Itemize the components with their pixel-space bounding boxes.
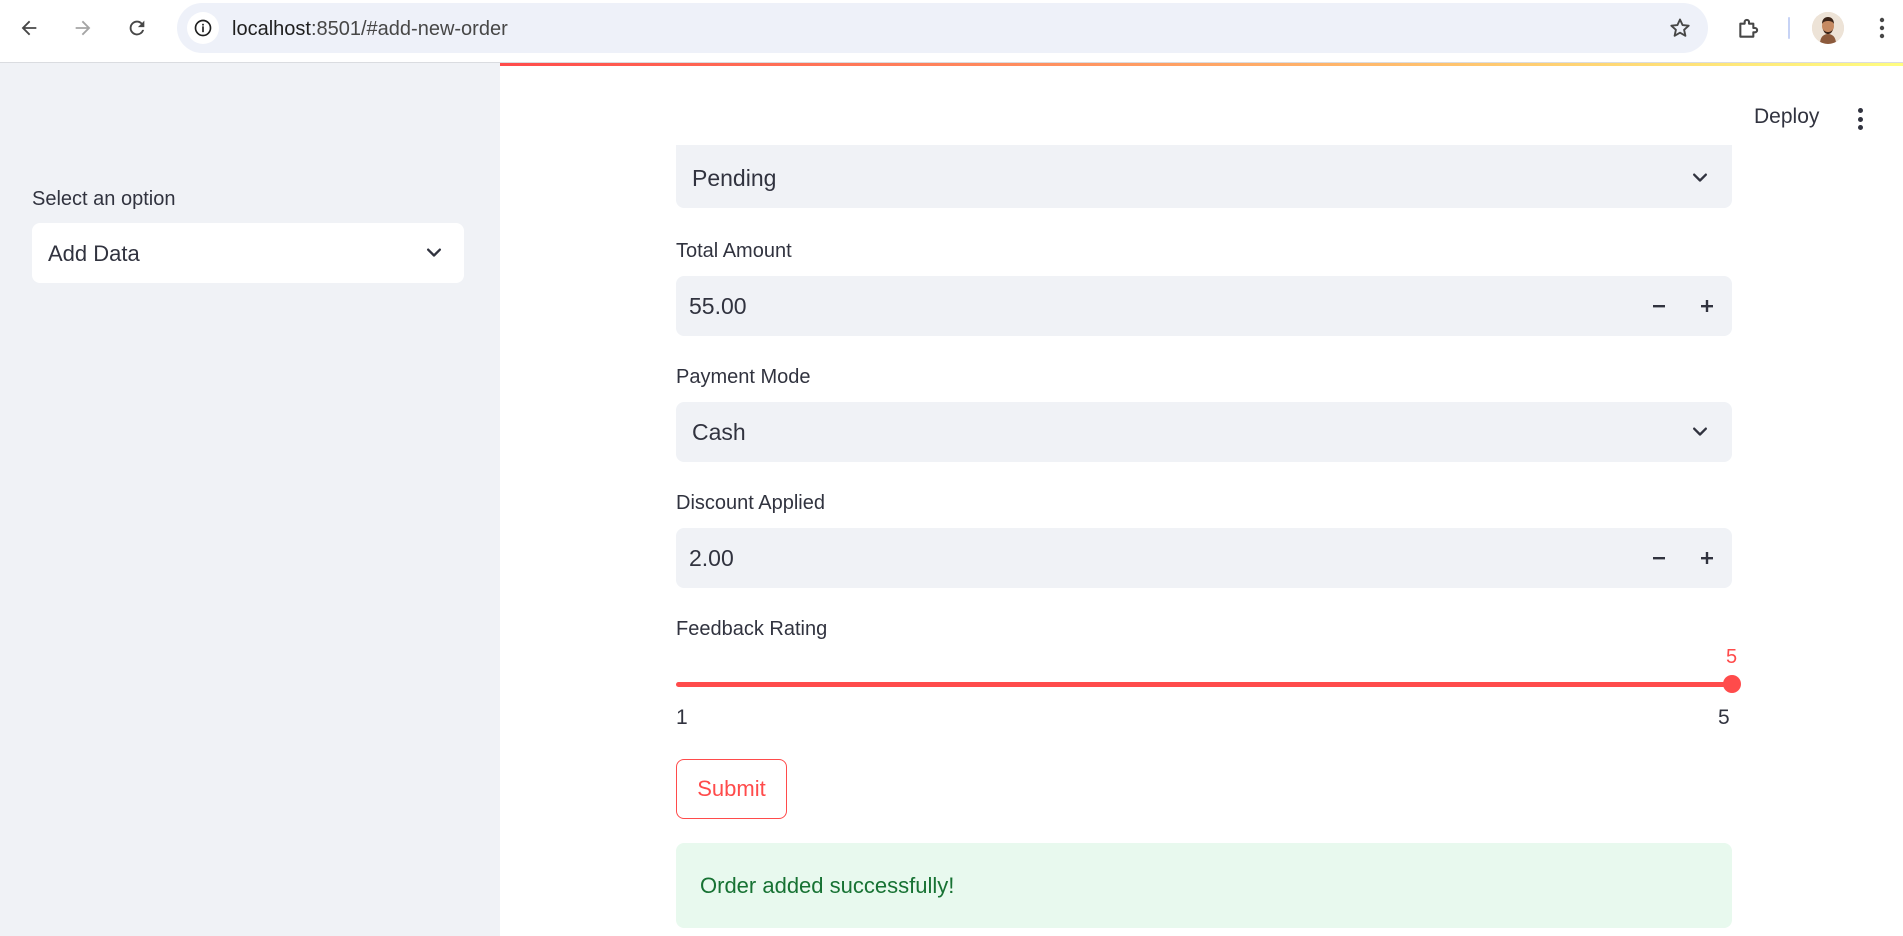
profile-avatar[interactable] — [1812, 12, 1844, 44]
star-icon — [1670, 18, 1690, 37]
total-amount-input[interactable]: 55.00 — [676, 276, 1732, 336]
kebab-dot — [1857, 108, 1863, 113]
submit-button[interactable]: Submit — [676, 759, 787, 819]
minus-icon — [1653, 305, 1665, 308]
url-path: :8501/#add-new-order — [310, 18, 508, 40]
arrow-left-icon — [21, 20, 37, 36]
arrow-right-icon — [75, 20, 91, 36]
url-text: localhost:8501/#add-new-order — [232, 18, 508, 41]
payment-mode-select[interactable]: Cash — [676, 402, 1732, 462]
reload-icon — [129, 20, 145, 36]
reload-button[interactable] — [121, 12, 153, 44]
total-amount-label: Total Amount — [676, 240, 792, 262]
discount-decrement-button[interactable] — [1644, 543, 1674, 573]
avatar-image — [1812, 12, 1844, 44]
feedback-rating-max: 5 — [1718, 706, 1730, 729]
payment-mode-value: Cash — [692, 419, 746, 445]
minus-icon — [1653, 557, 1665, 560]
deploy-button[interactable]: Deploy — [1754, 105, 1819, 129]
status-select-value: Pending — [692, 165, 777, 191]
feedback-rating-value: 5 — [1726, 646, 1738, 668]
plus-icon — [1701, 300, 1713, 312]
kebab-icon — [1879, 17, 1885, 39]
feedback-rating-min: 1 — [676, 706, 688, 729]
feedback-rating-label: Feedback Rating — [676, 618, 828, 640]
forward-button[interactable] — [67, 12, 99, 44]
sidebar: Select an option Add Data — [0, 63, 500, 936]
option-select[interactable]: Add Data — [32, 223, 464, 283]
feedback-rating-slider-thumb[interactable] — [1723, 675, 1741, 693]
select-option-label: Select an option — [32, 188, 176, 210]
chevron-down-icon — [427, 248, 441, 257]
kebab-dot — [1857, 125, 1863, 130]
kebab-dot — [1857, 116, 1863, 122]
back-button[interactable] — [13, 12, 45, 44]
site-info-button[interactable] — [187, 12, 219, 44]
browser-toolbar: localhost:8501/#add-new-order — [0, 0, 1903, 63]
address-bar[interactable]: localhost:8501/#add-new-order — [177, 3, 1708, 53]
header-decoration-bar — [500, 63, 1903, 66]
discount-applied-value: 2.00 — [689, 545, 734, 571]
total-amount-increment-button[interactable] — [1692, 291, 1722, 321]
success-message: Order added successfully! — [700, 873, 955, 898]
extensions-button[interactable] — [1733, 13, 1765, 43]
payment-mode-label: Payment Mode — [676, 366, 811, 388]
bookmark-button[interactable] — [1668, 16, 1692, 40]
discount-applied-label: Discount Applied — [676, 492, 825, 514]
option-select-value: Add Data — [48, 241, 140, 266]
discount-applied-input[interactable]: 2.00 — [676, 528, 1732, 588]
app-menu-button[interactable] — [1850, 105, 1870, 133]
toolbar-divider — [1788, 17, 1790, 39]
browser-menu-button[interactable] — [1870, 12, 1894, 44]
feedback-rating-slider-track[interactable] — [676, 682, 1732, 687]
url-host: localhost — [232, 18, 311, 40]
puzzle-icon — [1739, 18, 1759, 38]
status-select[interactable]: Pending — [676, 145, 1732, 208]
plus-icon — [1701, 552, 1713, 564]
chevron-down-icon — [1693, 427, 1707, 436]
chevron-down-icon — [1693, 173, 1707, 182]
total-amount-decrement-button[interactable] — [1644, 291, 1674, 321]
info-icon — [194, 19, 212, 37]
success-alert: Order added successfully! — [676, 843, 1732, 928]
discount-increment-button[interactable] — [1692, 543, 1722, 573]
total-amount-value: 55.00 — [689, 293, 747, 319]
